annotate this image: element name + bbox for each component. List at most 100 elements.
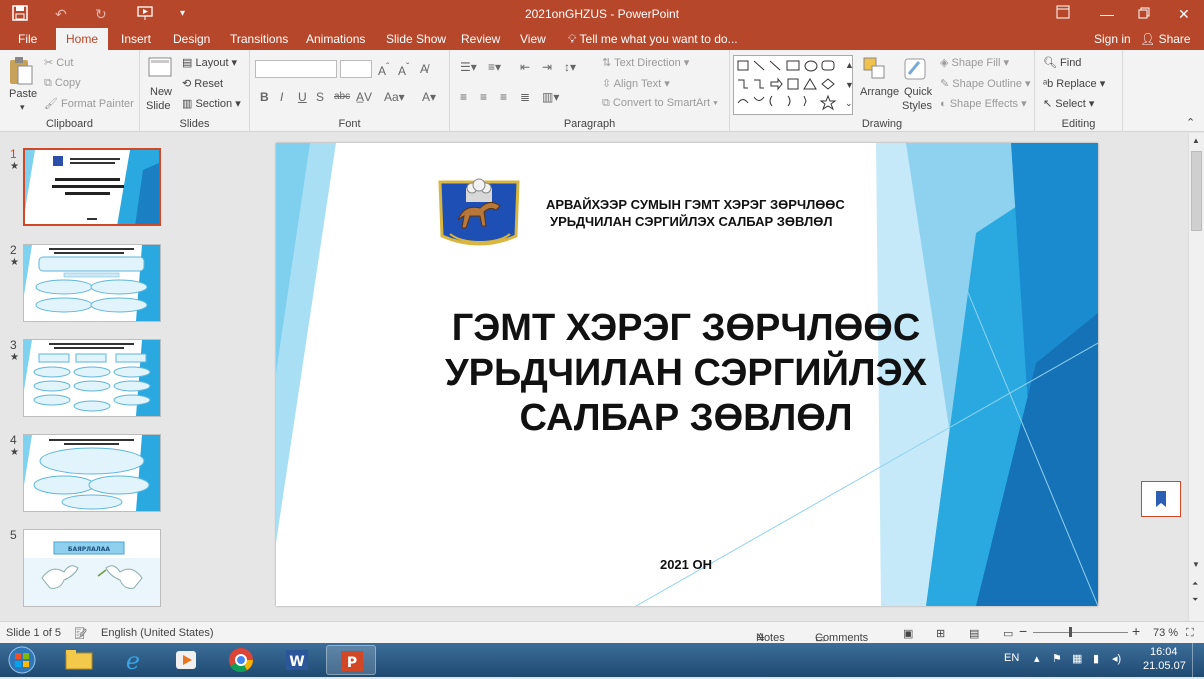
flag-icon[interactable]: ⚑ xyxy=(1052,652,1062,665)
text-shadow-icon[interactable]: S xyxy=(316,90,324,104)
shapes-more-icon[interactable]: ⌄ xyxy=(845,98,853,109)
replace-button[interactable]: ᵃb Replace ▾ xyxy=(1043,77,1105,90)
decrease-indent-icon[interactable]: ⇤ xyxy=(520,60,530,74)
scroll-down-icon[interactable]: ▼ xyxy=(1192,560,1200,569)
paste-dropdown-icon[interactable]: ▾ xyxy=(20,102,25,113)
tab-slide-show[interactable]: Slide Show xyxy=(376,28,456,50)
align-right-icon[interactable]: ≡ xyxy=(500,90,507,104)
spelling-icon[interactable]: 📝︎ xyxy=(74,627,88,640)
slide-show-icon[interactable]: ▭ xyxy=(1003,627,1013,640)
tab-file[interactable]: File xyxy=(8,28,47,50)
line-spacing-icon[interactable]: ↕▾ xyxy=(564,60,576,74)
restore-icon[interactable] xyxy=(1138,5,1150,23)
increase-indent-icon[interactable]: ⇥ xyxy=(542,60,552,74)
tell-me-box[interactable]: 💡︎ Tell me what you want to do... xyxy=(558,28,748,50)
start-button[interactable] xyxy=(2,645,42,675)
align-center-icon[interactable]: ≡ xyxy=(480,90,487,104)
tab-transitions[interactable]: Transitions xyxy=(220,28,298,50)
increase-font-size-icon[interactable]: Aˆ xyxy=(378,62,389,78)
shape-fill-button[interactable]: ◈ Shape Fill ▾ xyxy=(940,56,1009,69)
zoom-slider-handle[interactable] xyxy=(1069,627,1072,637)
vertical-scrollbar[interactable]: ▲ ▼ ⏶ ⏷ xyxy=(1188,133,1204,621)
bold-icon[interactable]: B xyxy=(260,90,269,104)
scroll-up-icon[interactable]: ▲ xyxy=(1192,136,1200,145)
tab-review[interactable]: Review xyxy=(451,28,510,50)
close-icon[interactable]: ✕ xyxy=(1178,5,1190,23)
change-case-icon[interactable]: Aa▾ xyxy=(384,90,405,104)
arrange-button[interactable] xyxy=(862,56,888,85)
strikethrough-icon[interactable]: abc xyxy=(334,91,350,102)
align-left-icon[interactable]: ≡ xyxy=(460,90,467,104)
shapes-scroll-up-icon[interactable]: ▲ xyxy=(845,60,854,70)
network-icon[interactable]: ▮ xyxy=(1093,652,1099,665)
collapse-ribbon-icon[interactable]: ⌃ xyxy=(1186,116,1195,129)
taskbar-media-player[interactable] xyxy=(162,645,212,675)
language-tray[interactable]: EN xyxy=(1004,652,1019,664)
slide-thumbnail-2[interactable] xyxy=(23,244,161,322)
language-indicator[interactable]: English (United States) xyxy=(101,627,214,639)
tray-expand-icon[interactable]: ▴ xyxy=(1034,652,1040,665)
section-button[interactable]: ▥ Section ▾ xyxy=(182,97,241,110)
taskbar-powerpoint[interactable]: P xyxy=(326,645,376,675)
reset-button[interactable]: ⟲ Reset xyxy=(182,77,223,90)
tab-view[interactable]: View xyxy=(510,28,556,50)
minimize-icon[interactable]: — xyxy=(1100,5,1114,23)
taskbar-word[interactable]: W xyxy=(272,645,322,675)
tab-insert[interactable]: Insert xyxy=(111,28,161,50)
find-button[interactable]: 🔍︎ Find xyxy=(1043,56,1081,69)
numbering-icon[interactable]: ≡▾ xyxy=(488,60,501,74)
tab-design[interactable]: Design xyxy=(163,28,220,50)
new-slide-button[interactable] xyxy=(147,54,175,85)
slide-thumbnail-5[interactable]: БАЯРЛАЛАА xyxy=(23,529,161,607)
taskbar-chrome[interactable] xyxy=(216,645,266,675)
zoom-level[interactable]: 73 % xyxy=(1153,627,1178,639)
zoom-out-icon[interactable]: − xyxy=(1019,623,1027,639)
underline-icon[interactable]: U xyxy=(298,90,307,104)
select-button[interactable]: ↖ Select ▾ xyxy=(1043,97,1094,110)
text-direction-button[interactable]: ⇅ Text Direction ▾ xyxy=(602,56,689,69)
font-size-input[interactable] xyxy=(340,60,372,78)
scrollbar-thumb[interactable] xyxy=(1191,151,1202,231)
slide-thumbnail-4[interactable] xyxy=(23,434,161,512)
paste-button[interactable] xyxy=(8,56,34,89)
clock-date[interactable]: 21.05.07 xyxy=(1143,660,1186,672)
shape-effects-button[interactable]: ◐ Shape Effects ▾ xyxy=(940,97,1027,110)
zoom-slider[interactable] xyxy=(1033,632,1128,633)
layout-button[interactable]: ▤ Layout ▾ xyxy=(182,56,237,69)
quick-styles-button[interactable] xyxy=(902,56,928,85)
shapes-scroll-down-icon[interactable]: ▼ xyxy=(845,80,854,90)
cut-button[interactable]: ✂ Cut xyxy=(44,56,73,69)
tab-animations[interactable]: Animations xyxy=(296,28,375,50)
next-slide-icon[interactable]: ⏷ xyxy=(1192,595,1198,605)
normal-view-icon[interactable]: ▣ xyxy=(903,627,913,640)
slide-thumbnail-1[interactable] xyxy=(23,148,161,226)
shape-outline-button[interactable]: ✎ Shape Outline ▾ xyxy=(940,77,1031,90)
previous-slide-icon[interactable]: ⏶ xyxy=(1192,579,1198,589)
convert-smartart-button[interactable]: ⧉ Convert to SmartArt ▾ xyxy=(602,97,718,110)
fit-slide-icon[interactable]: ⛶ xyxy=(1186,627,1194,640)
italic-icon[interactable]: I xyxy=(280,90,283,104)
justify-icon[interactable]: ≣ xyxy=(520,90,530,104)
slide-1[interactable]: АРВАЙХЭЭР СУМЫН ГЭМТ ХЭРЭГ ЗӨРЧЛӨӨС УРЬД… xyxy=(276,143,1098,606)
clock-time[interactable]: 16:04 xyxy=(1150,646,1178,658)
format-painter-button[interactable]: 🖌︎ Format Painter xyxy=(44,97,134,110)
font-color-icon[interactable]: A▾ xyxy=(422,90,436,104)
clear-formatting-icon[interactable]: A̸ xyxy=(420,62,428,76)
character-spacing-icon[interactable]: A̲V xyxy=(356,90,372,104)
zoom-in-icon[interactable]: + xyxy=(1132,623,1140,639)
ribbon-display-options-icon[interactable] xyxy=(1056,5,1070,23)
share-button[interactable]: 👤︎ Share xyxy=(1130,28,1201,50)
tab-home[interactable]: Home xyxy=(56,28,109,50)
show-desktop-button[interactable] xyxy=(1192,643,1204,677)
device-icon[interactable]: ▦ xyxy=(1072,652,1082,665)
bookmark-button[interactable] xyxy=(1141,481,1181,517)
columns-icon[interactable]: ▥▾ xyxy=(542,90,559,104)
shapes-gallery[interactable] xyxy=(733,55,853,115)
taskbar-ie[interactable]: e xyxy=(108,645,158,675)
slide-sorter-icon[interactable]: ⊞ xyxy=(936,627,945,640)
decrease-font-size-icon[interactable]: Aˇ xyxy=(398,62,409,78)
font-name-input[interactable] xyxy=(255,60,337,78)
copy-button[interactable]: ⧉ Copy xyxy=(44,77,81,90)
align-text-button[interactable]: ⇳ Align Text ▾ xyxy=(602,77,670,90)
volume-icon[interactable]: ◂) xyxy=(1112,652,1121,665)
